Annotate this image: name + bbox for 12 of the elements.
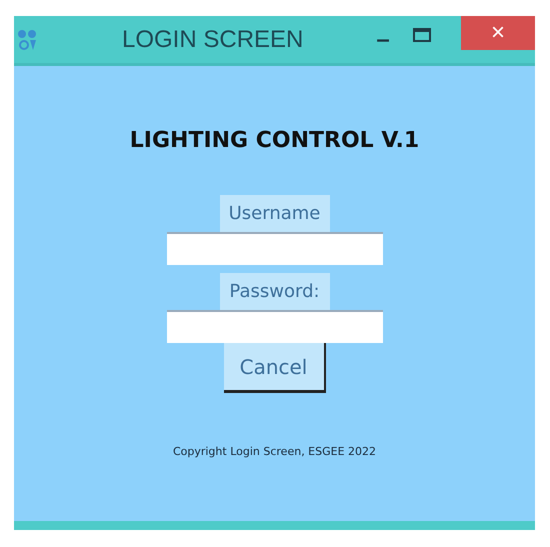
minimize-button[interactable]: – [363,26,403,54]
field-label: Username [220,195,330,232]
window-title: LOGIN SCREEN [122,26,304,54]
bulbs-icon [16,28,38,52]
field-label: Password: [220,273,330,310]
copyright-text: Copyright Login Screen, ESGEE 2022 [172,445,376,458]
cancel-button[interactable]: Cancel [224,343,326,393]
maximize-button[interactable] [413,28,431,42]
app-heading: LIGHTING CONTROL V.1 [130,128,420,153]
close-button[interactable]: × [461,16,535,50]
password-field[interactable] [166,310,382,343]
username-field[interactable] [166,232,382,265]
